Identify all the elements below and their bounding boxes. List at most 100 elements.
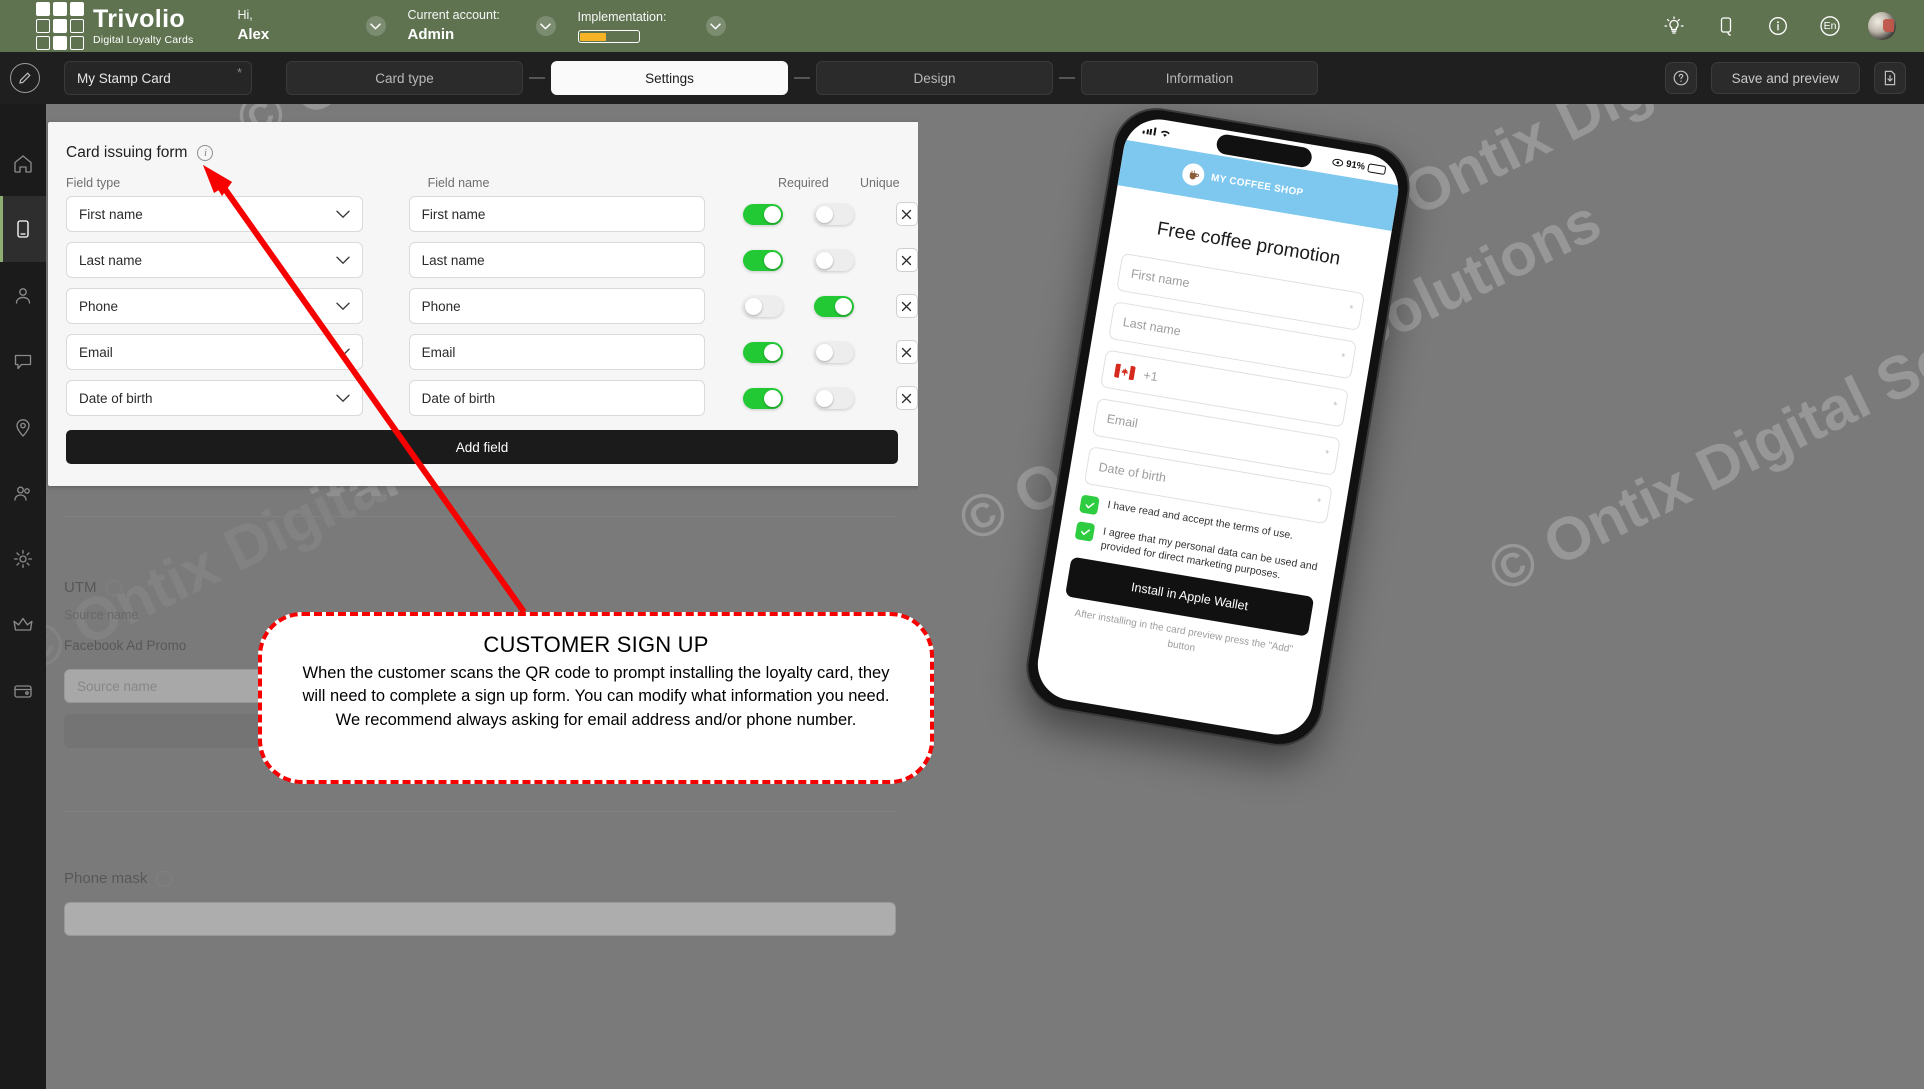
crown-icon [13, 617, 33, 631]
help-button[interactable] [1664, 62, 1697, 94]
unique-toggle-wrap [799, 387, 870, 409]
sidebar-item-messages[interactable] [0, 328, 46, 394]
sidebar-item-settings[interactable] [0, 526, 46, 592]
tab-card-type[interactable]: Card type [286, 61, 523, 95]
required-toggle-1[interactable] [742, 249, 783, 271]
chevron-down-icon-user[interactable] [365, 16, 386, 36]
greeting-label: Hi, [237, 8, 253, 23]
field-type-select-1[interactable]: Last name [66, 242, 363, 278]
unique-toggle-4[interactable] [814, 387, 855, 409]
add-field-button[interactable]: Add field [66, 430, 898, 464]
field-type-value: Email [79, 344, 113, 360]
field-name-input-1[interactable]: Last name [408, 242, 706, 278]
required-toggle-4[interactable] [742, 387, 783, 409]
unique-toggle-0[interactable] [814, 203, 855, 225]
check-icon [1085, 502, 1095, 508]
consent-checkbox-1[interactable] [1074, 521, 1096, 542]
utm-source-name-placeholder: Source name [77, 678, 158, 694]
required-toggle-3[interactable] [742, 341, 783, 363]
field-type-value: Phone [79, 298, 119, 314]
field-name-input-3[interactable]: Email [408, 334, 706, 370]
sidebar-item-dashboard[interactable] [0, 130, 46, 196]
edit-pencil-icon[interactable] [10, 63, 40, 93]
required-star: * [1348, 303, 1355, 316]
column-header-field-type: Field type [66, 176, 121, 190]
card-name-input[interactable]: My Stamp Card * [64, 61, 252, 95]
field-type-select-0[interactable]: First name [66, 196, 363, 232]
watermark: © Ontix Digital Solutions [1338, 104, 1924, 256]
shop-name: MY COFFEE SHOP [1210, 172, 1305, 199]
user-group-icon [14, 486, 30, 501]
logo-grid-icon [36, 2, 84, 50]
chevron-down-icon-account[interactable] [535, 16, 556, 36]
sidebar-item-cards[interactable] [0, 196, 46, 262]
mobile-icon[interactable] [1712, 12, 1740, 40]
unique-toggle-wrap [799, 295, 870, 317]
consent-checkbox-0[interactable] [1079, 494, 1100, 516]
chevron-down-icon-implementation[interactable] [705, 16, 726, 36]
language-icon[interactable]: En [1816, 12, 1844, 40]
section-divider [64, 516, 896, 517]
sidebar-item-loyalty[interactable] [0, 592, 46, 658]
chat-icon [14, 354, 32, 370]
delete-field-button-3[interactable] [895, 340, 918, 364]
field-type-select-3[interactable]: Email [66, 334, 363, 370]
unique-toggle-wrap [799, 341, 870, 363]
status-battery: 91% [1332, 156, 1387, 176]
field-type-value: Date of birth [79, 390, 153, 406]
required-toggle-2[interactable] [742, 295, 783, 317]
field-name-input-2[interactable]: Phone [408, 288, 706, 324]
annotation-callout: CUSTOMER SIGN UP When the customer scans… [258, 612, 934, 784]
brand-logo[interactable]: Trivolio Digital Loyalty Cards [36, 2, 194, 50]
required-star: * [1323, 448, 1330, 461]
delete-field-button-4[interactable] [895, 386, 918, 410]
info-icon-utm[interactable]: i [105, 579, 122, 596]
field-type-select-4[interactable]: Date of birth [66, 380, 363, 416]
phone-mask-input[interactable] [64, 902, 896, 936]
phone-mockup: 91% MY COFFEE SHOP Free coffee promotion… [1019, 104, 1417, 753]
section-divider [64, 811, 896, 812]
tab-design[interactable]: Design [816, 61, 1053, 95]
delete-field-button-0[interactable] [895, 202, 918, 226]
unique-toggle-3[interactable] [814, 341, 855, 363]
phone-mask-title: Phone mask [64, 870, 148, 887]
phone-field-placeholder: First name [1129, 266, 1191, 291]
chevron-down-icon [335, 394, 350, 402]
delete-field-button-2[interactable] [895, 294, 918, 318]
field-name-input-0[interactable]: First name [408, 196, 706, 232]
battery-percent: 91% [1345, 158, 1366, 173]
home-icon [14, 155, 32, 173]
add-field-label: Add field [455, 439, 509, 455]
tab-settings[interactable]: Settings [551, 61, 788, 95]
phone-preview-area: © Ontix Digital Solutions © Ontix Digita… [918, 104, 1924, 1089]
info-icon-phone-mask[interactable]: i [156, 870, 173, 887]
field-type-select-2[interactable]: Phone [66, 288, 363, 324]
save-and-preview-button[interactable]: Save and preview [1710, 62, 1860, 94]
lightbulb-icon[interactable] [1660, 12, 1688, 40]
tab-information[interactable]: Information [1081, 61, 1318, 95]
implementation-label: Implementation: [577, 9, 667, 24]
toolbar-actions: Save and preview [1664, 62, 1906, 94]
field-name-input-4[interactable]: Date of birth [408, 380, 706, 416]
battery-icon [1367, 162, 1387, 175]
users-icon [15, 288, 31, 304]
required-toggle-0[interactable] [742, 203, 783, 225]
sidebar-item-customers[interactable] [0, 262, 46, 328]
unique-toggle-1[interactable] [814, 249, 855, 271]
unique-toggle-2[interactable] [814, 295, 855, 317]
panel-title: Card issuing form i [66, 144, 918, 162]
info-icon-card-issuing-form[interactable]: i [197, 145, 214, 161]
field-type-value: First name [79, 206, 143, 222]
delete-field-button-1[interactable] [895, 248, 918, 272]
chevron-down-icon [335, 256, 350, 264]
field-row: Date of birth Date of birth [66, 380, 918, 416]
avatar[interactable] [1868, 12, 1896, 40]
sidebar-item-staff[interactable] [0, 460, 46, 526]
info-icon[interactable] [1764, 12, 1792, 40]
sidebar-item-locations[interactable] [0, 394, 46, 460]
sidebar-item-billing[interactable] [0, 658, 46, 724]
download-button[interactable] [1874, 62, 1906, 94]
card-issuing-form-title: Card issuing form [66, 144, 188, 161]
tab-label: Information [1165, 70, 1234, 86]
required-toggle-wrap [727, 249, 798, 271]
